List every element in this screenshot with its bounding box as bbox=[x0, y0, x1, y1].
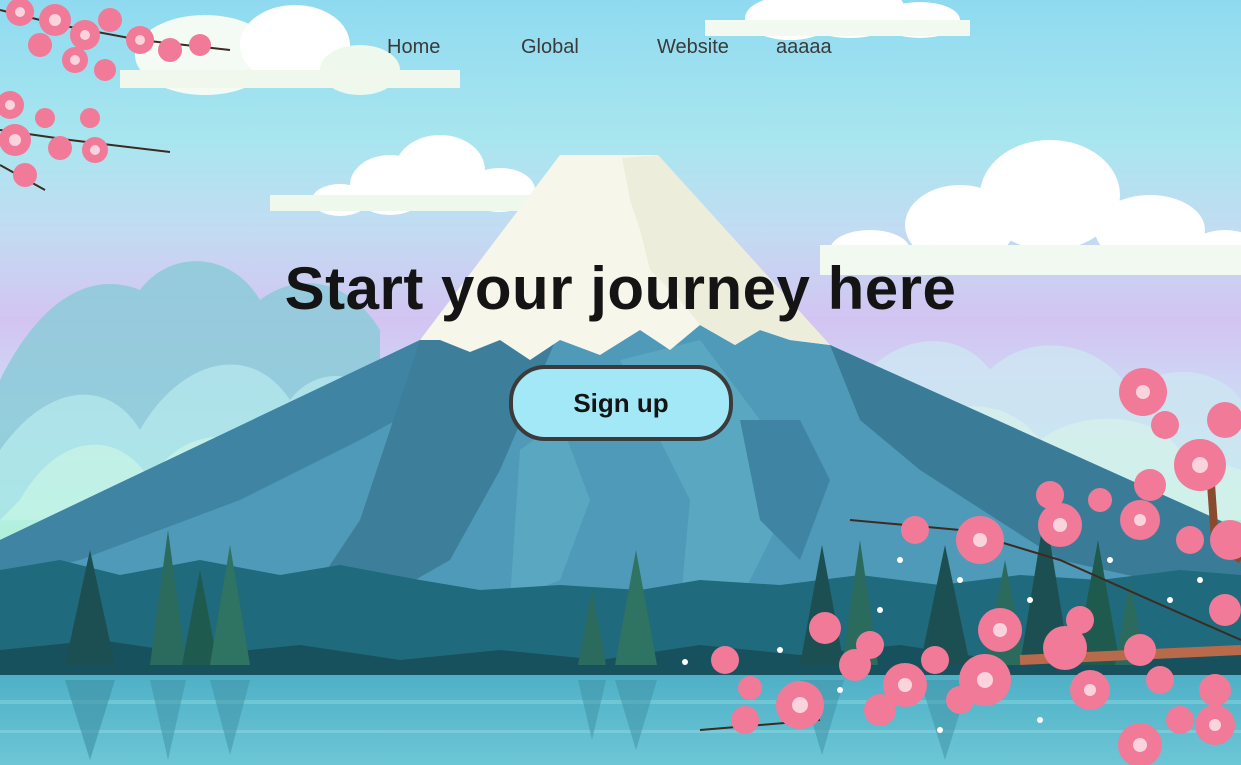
nav-link-home[interactable]: Home bbox=[387, 36, 440, 59]
nav-link-global[interactable]: Global bbox=[521, 36, 579, 59]
cloud-center-left bbox=[270, 135, 550, 216]
landing-page: Home Global Website aaaaa Start your jou… bbox=[0, 0, 1241, 765]
top-navigation: Home Global Website aaaaa bbox=[0, 30, 1241, 64]
sign-up-button[interactable]: Sign up bbox=[509, 365, 733, 441]
hero-title: Start your journey here bbox=[284, 255, 957, 322]
nav-link-website[interactable]: Website bbox=[657, 36, 729, 59]
nav-link-aaaaa[interactable]: aaaaa bbox=[776, 36, 832, 59]
lake bbox=[0, 675, 1241, 765]
